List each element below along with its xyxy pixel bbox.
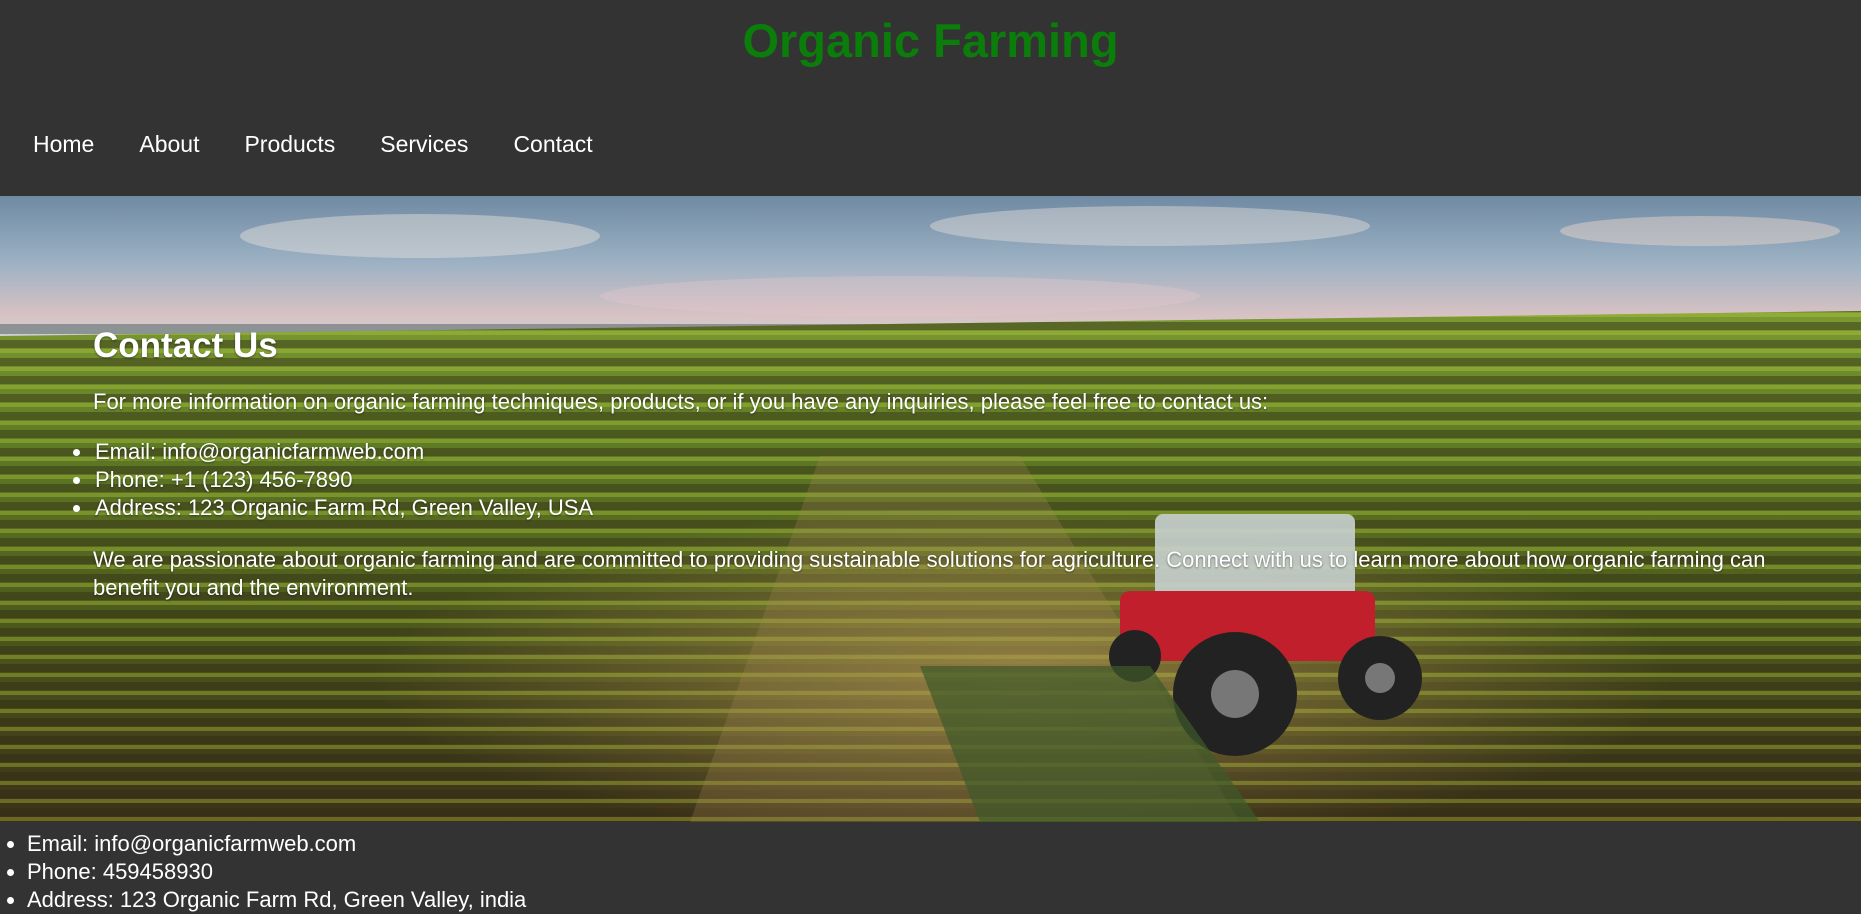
contact-phone: Phone: +1 (123) 456-7890 [93, 466, 1813, 494]
nav-link-about[interactable]: About [139, 128, 199, 160]
contact-heading: Contact Us [93, 326, 278, 365]
nav-link-products[interactable]: Products [244, 128, 335, 160]
footer-phone: Phone: 459458930 [27, 858, 1861, 886]
contact-email: Email: info@organicfarmweb.com [93, 438, 1813, 466]
contact-address: Address: 123 Organic Farm Rd, Green Vall… [93, 494, 1813, 522]
footer-contact-list: Email: info@organicfarmweb.com Phone: 45… [0, 830, 1861, 914]
nav-link-contact[interactable]: Contact [513, 128, 592, 160]
nav-link-home[interactable]: Home [33, 128, 94, 160]
footer-address: Address: 123 Organic Farm Rd, Green Vall… [27, 886, 1861, 914]
nav-item-home: Home [33, 128, 139, 160]
contact-hero: Contact Us For more information on organ… [0, 196, 1861, 822]
contact-content: Contact Us For more information on organ… [93, 326, 1813, 602]
nav-link-services[interactable]: Services [380, 128, 468, 160]
footer-email: Email: info@organicfarmweb.com [27, 830, 1861, 858]
nav-item-about: About [139, 128, 244, 160]
contact-list: Email: info@organicfarmweb.com Phone: +1… [69, 438, 1813, 522]
nav-item-services: Services [380, 128, 513, 160]
site-header: Organic Farming Home About Products Serv… [0, 0, 1861, 196]
main-nav: Home About Products Services Contact [33, 128, 638, 160]
site-footer: Email: info@organicfarmweb.com Phone: 45… [0, 822, 1861, 912]
nav-item-contact: Contact [513, 128, 637, 160]
site-title: Organic Farming [742, 14, 1119, 67]
nav-item-products: Products [244, 128, 380, 160]
contact-intro: For more information on organic farming … [93, 389, 1269, 414]
contact-closing-text: We are passionate about organic farming … [93, 547, 1766, 600]
